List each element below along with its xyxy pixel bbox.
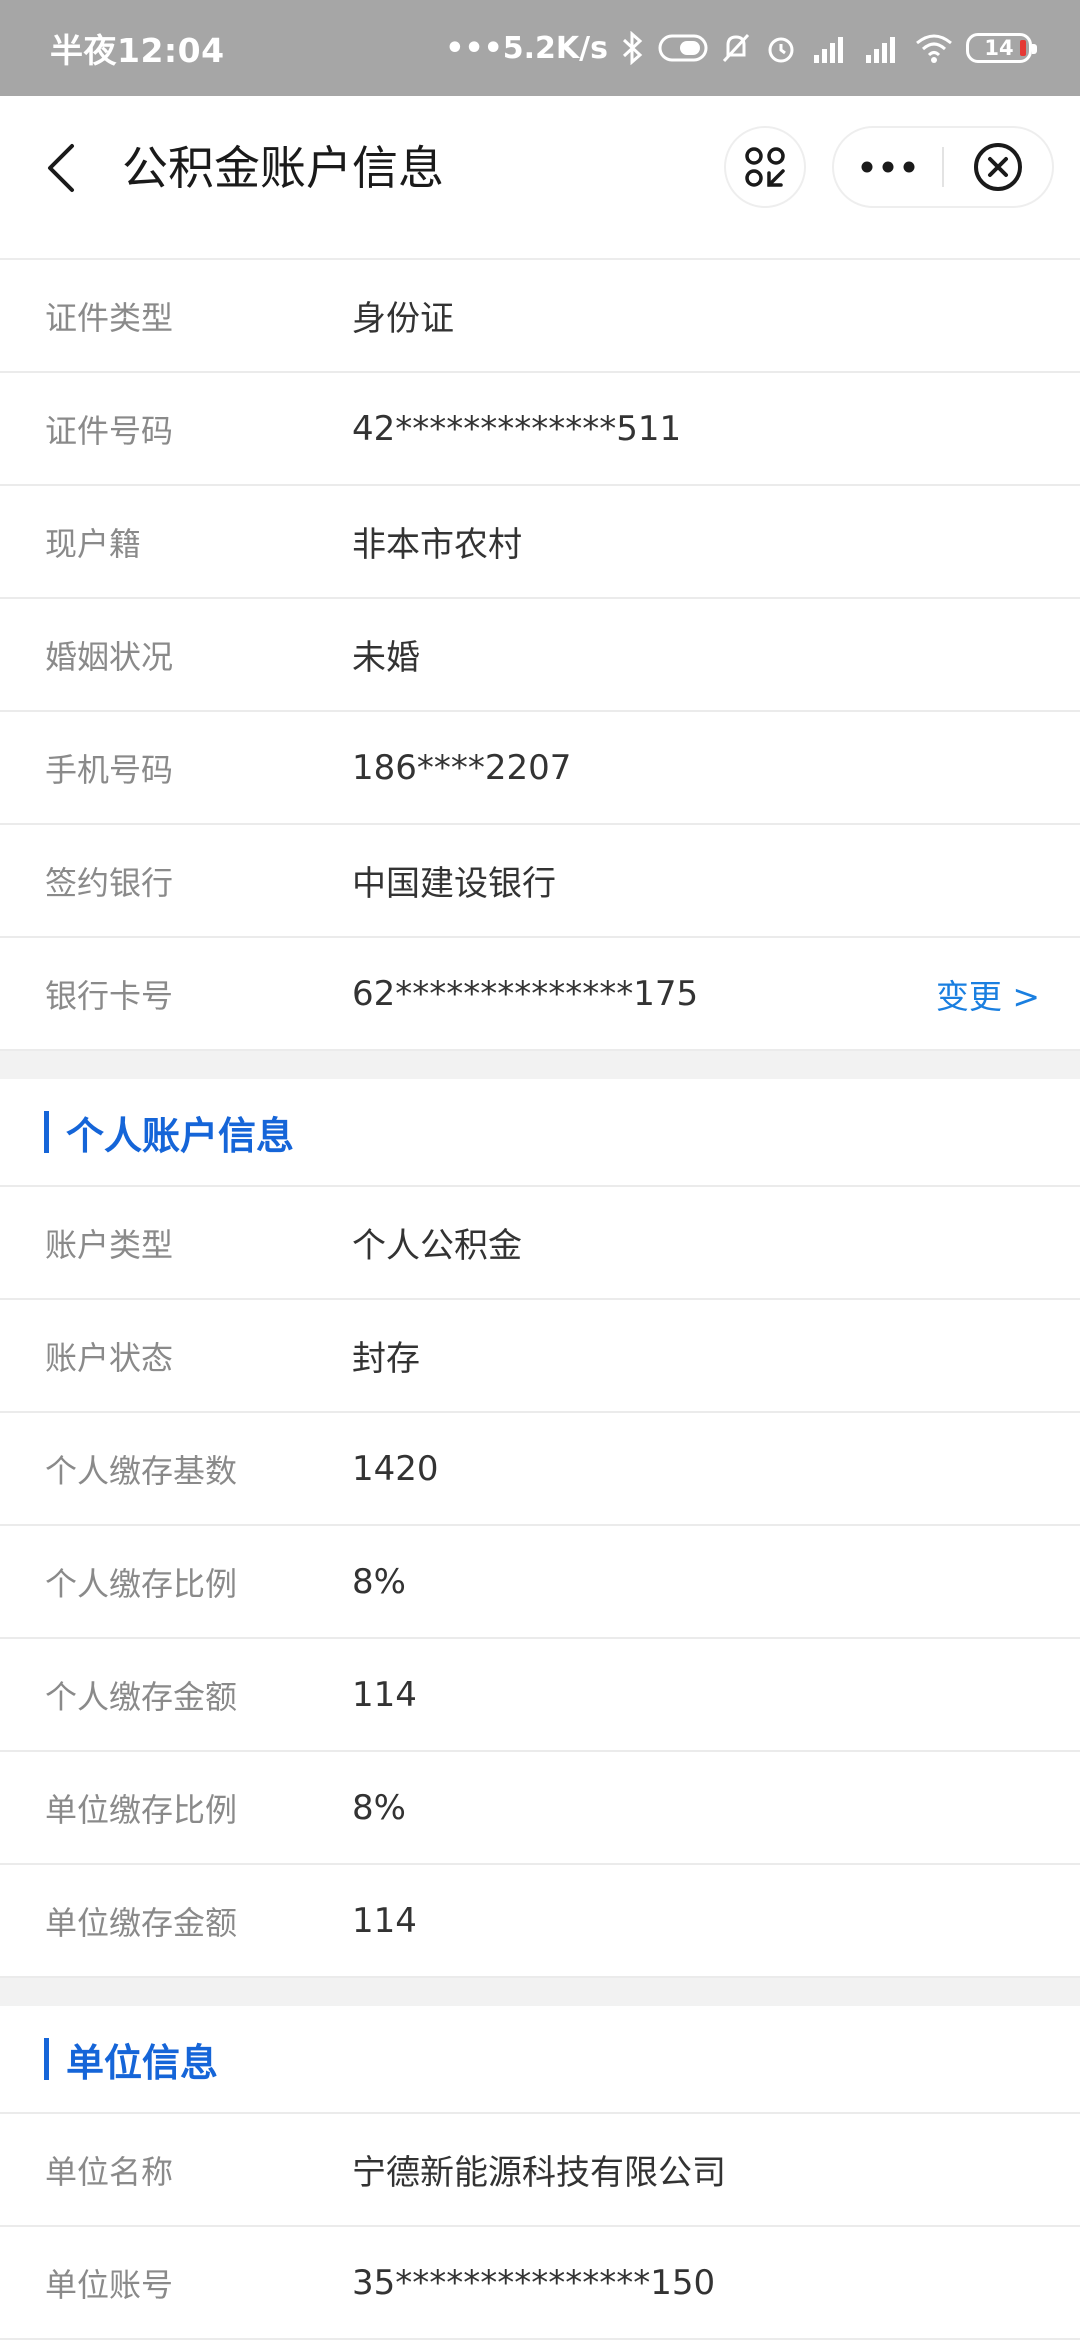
row-label: 个人缴存金额 xyxy=(45,1677,238,1716)
row-value: 个人公积金 xyxy=(352,1226,522,1266)
row-label: 单位缴存金额 xyxy=(45,1903,238,1942)
chevron-left-icon xyxy=(48,144,74,192)
network-speed: •••5.2K/s xyxy=(445,30,608,66)
info-row-id-number: 证件号码 42*************511 xyxy=(0,373,1080,486)
row-value: 114 xyxy=(352,1674,417,1715)
personal-info-list: 账户类型 个人公积金 账户状态 封存 个人缴存基数 1420 个人缴存比例 8%… xyxy=(0,1187,1080,1978)
row-value: 8% xyxy=(352,1787,406,1828)
status-icons: •••5.2K/s 14 xyxy=(445,30,1037,66)
section-gap xyxy=(0,1051,1080,1079)
row-label: 现户籍 xyxy=(45,524,142,563)
info-row-personal-amount: 个人缴存金额 114 xyxy=(0,1639,1080,1752)
info-row-company-account: 单位账号 35***************150 xyxy=(0,2227,1080,2340)
section-title: 个人账户信息 xyxy=(66,1113,295,1158)
basic-info-list: 证件类型 身份证 证件号码 42*************511 现户籍 非本市… xyxy=(0,260,1080,1051)
menu-capsule xyxy=(832,126,1054,208)
alarm-icon xyxy=(764,31,798,65)
row-label: 单位缴存比例 xyxy=(45,1790,238,1829)
info-row-company-ratio: 单位缴存比例 8% xyxy=(0,1752,1080,1865)
row-value: 未婚 xyxy=(352,638,420,678)
info-row-personal-ratio: 个人缴存比例 8% xyxy=(0,1526,1080,1639)
section-title: 单位信息 xyxy=(66,2040,219,2085)
row-value: 35***************150 xyxy=(352,2262,716,2303)
info-row-bank: 签约银行 中国建设银行 xyxy=(0,825,1080,938)
row-label: 单位名称 xyxy=(45,2152,174,2191)
nav-header: 公积金账户信息 xyxy=(0,96,1080,260)
info-row-bank-card: 银行卡号 62**************175 变更 > xyxy=(0,938,1080,1051)
section-gap xyxy=(0,1978,1080,2006)
back-button[interactable] xyxy=(40,136,82,200)
mute-bell-icon xyxy=(720,31,752,65)
info-row-marital: 婚姻状况 未婚 xyxy=(0,599,1080,712)
company-info-list: 单位名称 宁德新能源科技有限公司 单位账号 35***************1… xyxy=(0,2114,1080,2340)
row-label: 账户状态 xyxy=(45,1338,174,1377)
status-time: 半夜12:04 xyxy=(50,31,225,70)
row-label: 婚姻状况 xyxy=(45,637,174,676)
row-label: 单位账号 xyxy=(45,2265,174,2304)
row-label: 签约银行 xyxy=(45,863,174,902)
toggle-icon xyxy=(658,33,708,63)
row-label: 个人缴存比例 xyxy=(45,1564,238,1603)
info-row-id-type: 证件类型 身份证 xyxy=(0,260,1080,373)
bluetooth-icon xyxy=(620,31,646,65)
section-accent-bar xyxy=(44,1111,49,1153)
scan-icon xyxy=(745,147,785,187)
section-header-company: 单位信息 xyxy=(0,2006,1080,2114)
status-bar: 半夜12:04 •••5.2K/s 14 xyxy=(0,0,1080,96)
row-value: 42*************511 xyxy=(352,408,682,449)
info-row-account-status: 账户状态 封存 xyxy=(0,1300,1080,1413)
row-value: 8% xyxy=(352,1561,406,1602)
row-value: 封存 xyxy=(352,1339,420,1379)
signal-hd-icon xyxy=(810,31,850,65)
row-value: 非本市农村 xyxy=(352,525,522,565)
info-row-company-name: 单位名称 宁德新能源科技有限公司 xyxy=(0,2114,1080,2227)
close-circle-icon xyxy=(973,143,1022,191)
row-label: 银行卡号 xyxy=(45,976,174,1015)
info-row-personal-base: 个人缴存基数 1420 xyxy=(0,1413,1080,1526)
row-label: 个人缴存基数 xyxy=(45,1451,238,1490)
section-header-personal: 个人账户信息 xyxy=(0,1079,1080,1187)
signal-hd-2-icon xyxy=(862,31,902,65)
info-row-phone: 手机号码 186****2207 xyxy=(0,712,1080,825)
row-label: 证件号码 xyxy=(45,411,174,450)
battery-level: 14 xyxy=(984,36,1014,60)
wifi-icon xyxy=(914,31,954,65)
scan-button[interactable] xyxy=(724,126,806,208)
info-row-household: 现户籍 非本市农村 xyxy=(0,486,1080,599)
more-dots-icon xyxy=(861,161,915,173)
row-value: 186****2207 xyxy=(352,747,572,788)
row-value: 中国建设银行 xyxy=(352,864,556,904)
row-label: 账户类型 xyxy=(45,1225,174,1264)
row-label: 手机号码 xyxy=(45,750,174,789)
info-row-company-amount: 单位缴存金额 114 xyxy=(0,1865,1080,1978)
info-row-account-type: 账户类型 个人公积金 xyxy=(0,1187,1080,1300)
battery-icon: 14 xyxy=(966,33,1037,63)
section-accent-bar xyxy=(44,2038,49,2080)
row-value: 114 xyxy=(352,1900,417,1941)
change-bank-card-link[interactable]: 变更 > xyxy=(936,970,1040,1018)
close-button[interactable] xyxy=(944,128,1052,206)
row-value: 1420 xyxy=(352,1448,439,1489)
row-value: 62**************175 xyxy=(352,973,699,1014)
row-value: 宁德新能源科技有限公司 xyxy=(352,2153,726,2193)
content: 证件类型 身份证 证件号码 42*************511 现户籍 非本市… xyxy=(0,260,1080,2340)
page-title: 公积金账户信息 xyxy=(122,141,444,195)
row-value: 身份证 xyxy=(352,299,454,339)
row-label: 证件类型 xyxy=(45,298,174,337)
more-button[interactable] xyxy=(834,128,942,206)
